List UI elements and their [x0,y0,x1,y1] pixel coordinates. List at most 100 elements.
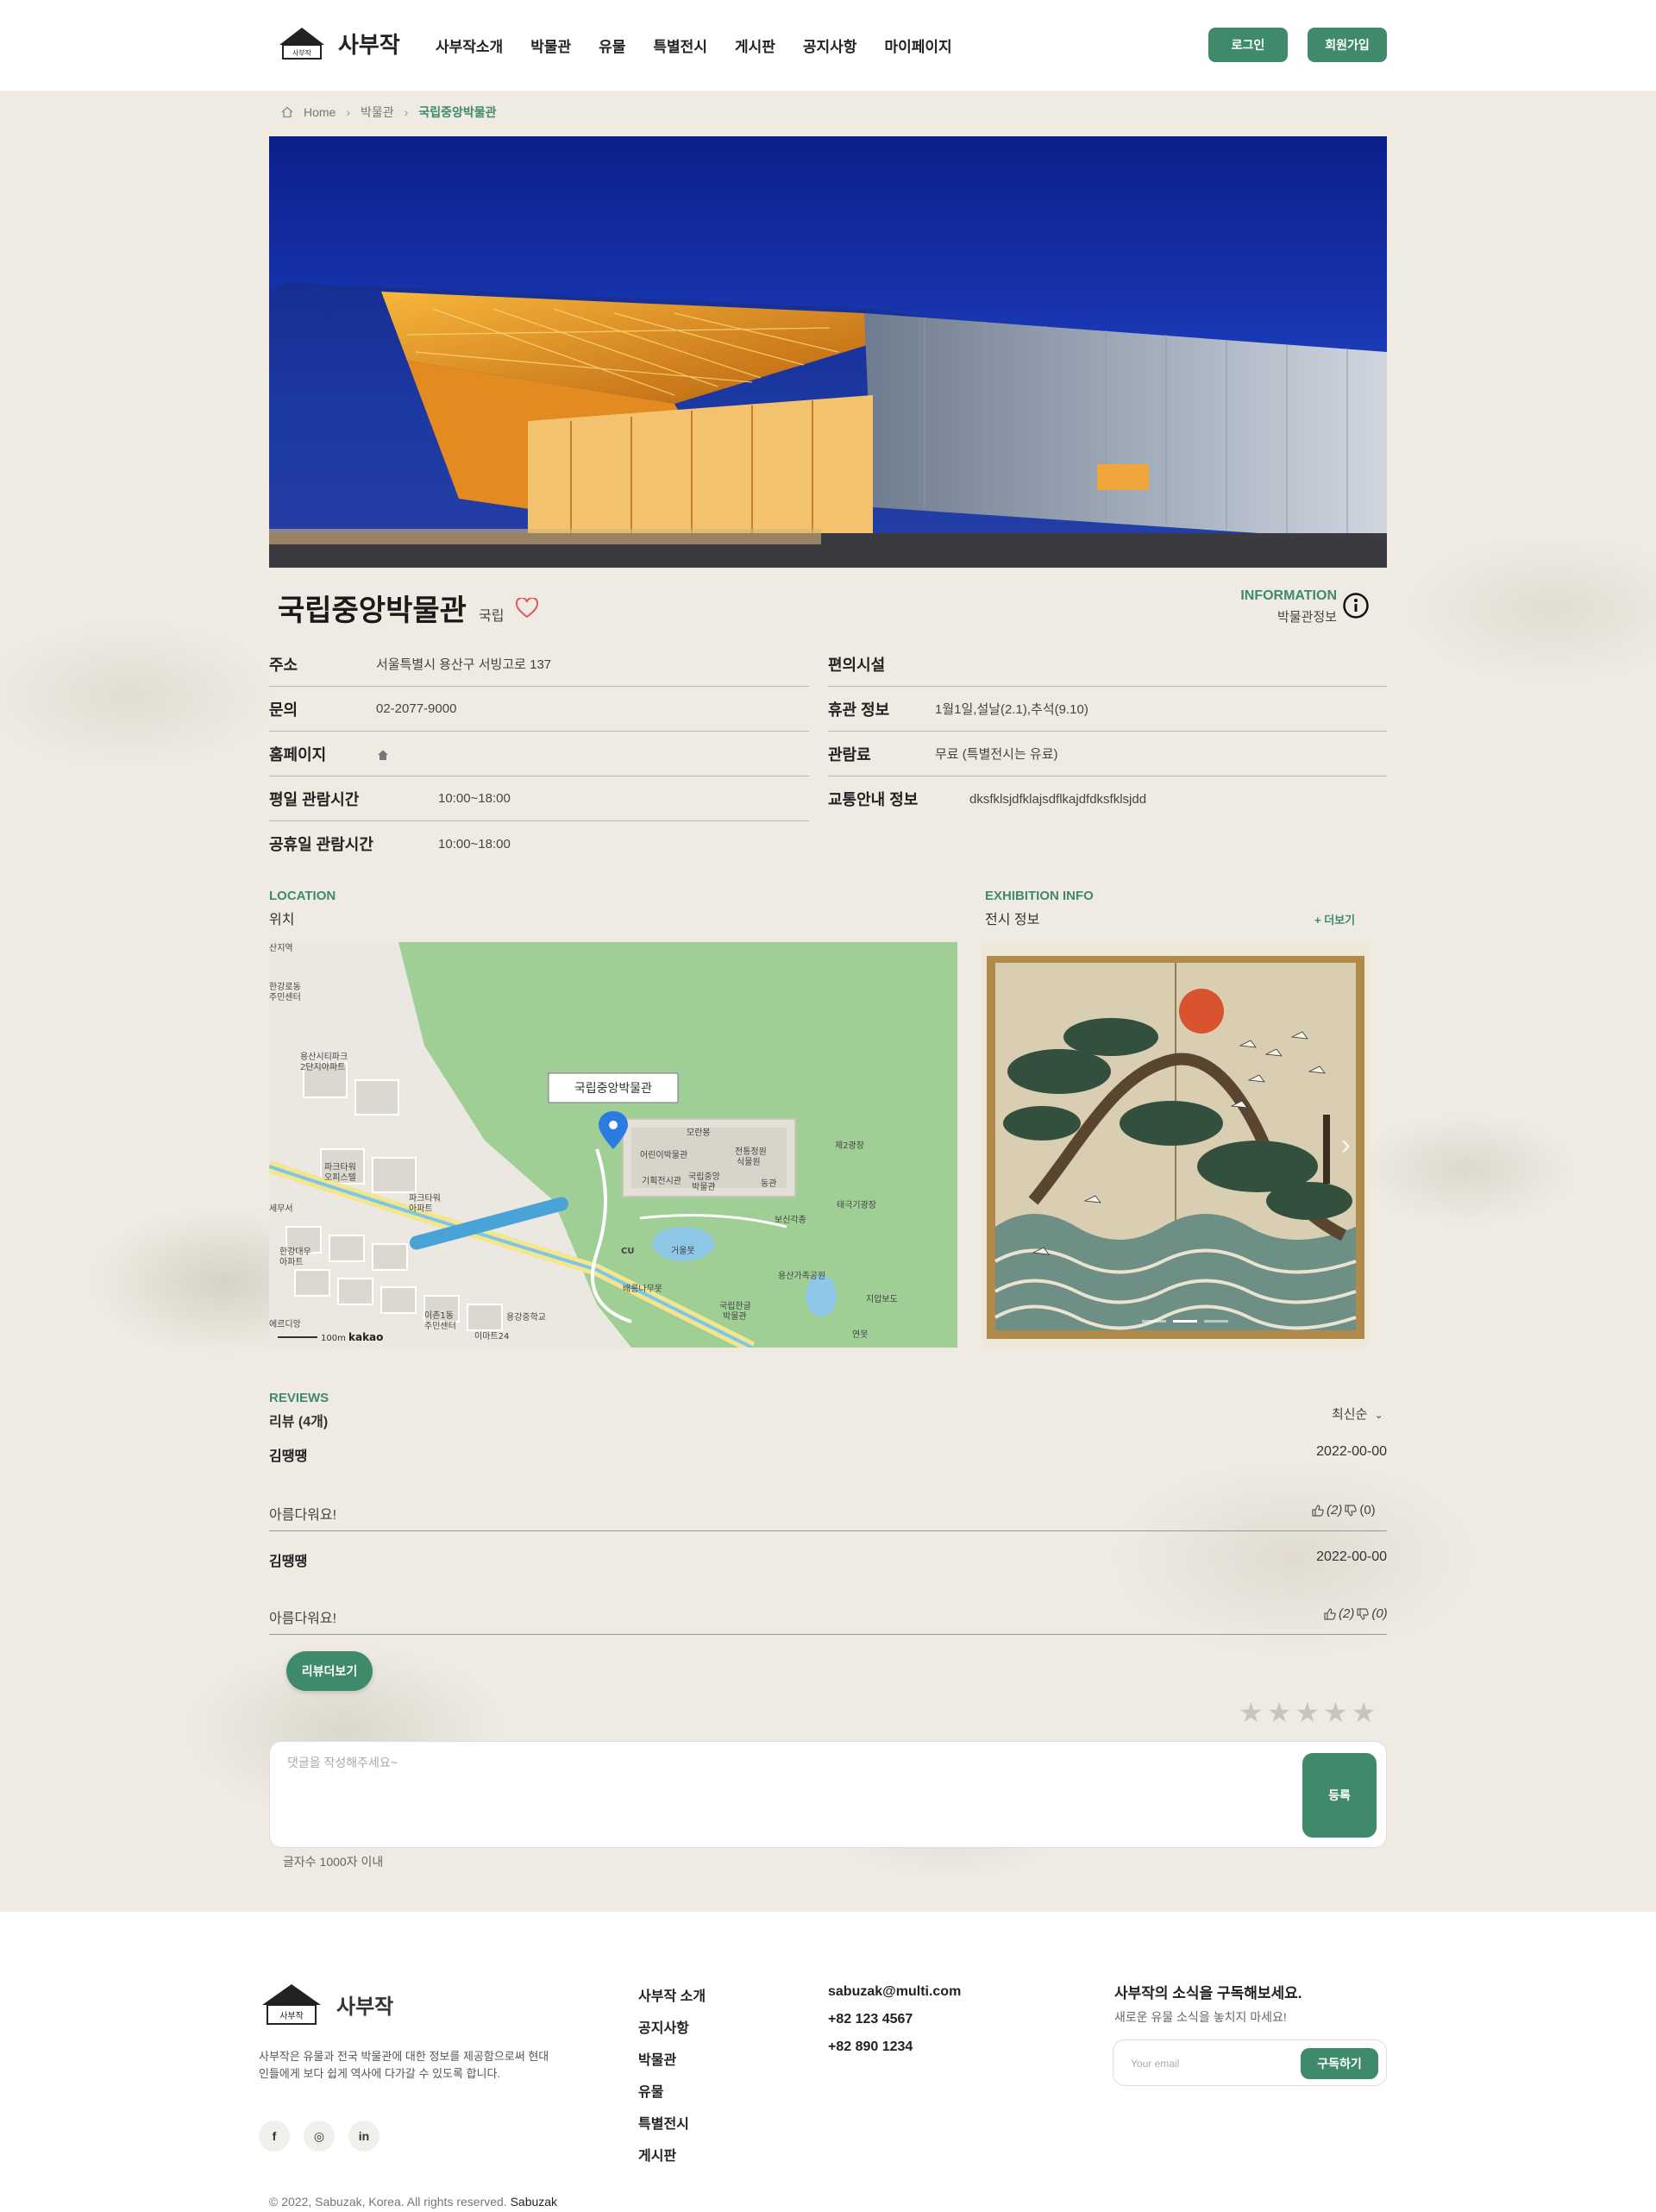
footer-email[interactable]: sabuzak@multi.com [828,1984,961,2000]
museum-hero-image [269,136,1387,568]
star-icon[interactable]: ★ [1295,1696,1320,1729]
info-icon[interactable] [1342,592,1370,619]
transport-label: 교통안내 정보 [828,791,919,808]
svg-text:CU: CU [621,1247,634,1256]
thumbs-down-icon[interactable] [1344,1504,1358,1518]
footer-phone: +82 123 4567 [828,2012,913,2027]
svg-text:파크타워: 파크타워 [409,1192,441,1203]
svg-text:아파트: 아파트 [409,1203,433,1214]
svg-text:에르디앙: 에르디앙 [269,1319,301,1329]
breadcrumb-current: 국립중앙박물관 [418,105,497,119]
nav-mypage[interactable]: 마이페이지 [884,35,951,56]
svg-text:동관: 동관 [761,1178,776,1189]
comment-input[interactable] [287,1754,1314,1837]
nav-about[interactable]: 사부작소개 [436,35,503,56]
exhibition-carousel[interactable]: › [982,942,1370,1348]
carousel-next-icon[interactable]: › [1341,1128,1351,1162]
svg-text:사부작: 사부작 [279,2011,304,2021]
footer-logo[interactable]: 사부작 사부작 [260,1981,393,2027]
nav-board[interactable]: 게시판 [735,35,775,56]
star-icon[interactable]: ★ [1267,1696,1292,1729]
weekday-value: 10:00~18:00 [438,791,511,806]
subscribe-title: 사부작의 소식을 구독해보세요. [1114,1985,1302,2001]
location-label-ko: 위치 [269,913,295,927]
svg-text:사부작: 사부작 [292,48,312,57]
dislikes-count: (0) [1359,1503,1376,1518]
footer-nav-notice[interactable]: 공지사항 [638,2016,706,2037]
login-button[interactable]: 로그인 [1208,28,1288,62]
information-label: INFORMATION [1240,588,1337,603]
svg-text:박물관: 박물관 [723,1311,747,1322]
thumbs-up-icon[interactable] [1311,1504,1325,1518]
facilities-label: 편의시설 [828,656,886,674]
exhibition-more-link[interactable]: + 더보기 [1314,911,1355,927]
svg-text:박물관: 박물관 [692,1182,716,1192]
footer-nav-about[interactable]: 사부작 소개 [638,1984,706,2005]
reviews-label-ko: 리뷰 (4개) [269,1415,329,1430]
svg-text:주민센터: 주민센터 [424,1321,456,1331]
nav-notice[interactable]: 공지사항 [803,35,857,56]
closed-label: 휴관 정보 [828,701,890,719]
footer-nav-relics[interactable]: 유물 [638,2080,706,2101]
submit-comment-button[interactable]: 등록 [1302,1753,1377,1838]
likes-count: (2) [1339,1606,1355,1621]
review-votes: (2) (0) [1323,1606,1388,1621]
svg-text:거울못: 거울못 [671,1246,695,1256]
museum-type: 국립 [478,609,505,624]
breadcrumb-museum[interactable]: 박물관 [361,104,394,121]
signup-button[interactable]: 회원가입 [1308,28,1387,62]
star-icon[interactable]: ★ [1352,1696,1377,1729]
linkedin-icon[interactable]: in [348,2121,380,2152]
museum-title-row: 국립중앙박물관 국립 [278,587,539,629]
logo[interactable]: 사부작 사부작 [278,26,400,60]
svg-text:파크타워: 파크타워 [324,1161,356,1172]
review-text: 아름다워요! [269,1612,337,1626]
facebook-icon[interactable]: f [259,2121,290,2152]
star-rating[interactable]: ★ ★ ★ ★ ★ [1239,1696,1376,1729]
nav-relics[interactable]: 유물 [599,35,625,56]
breadcrumb-home[interactable]: Home [304,105,336,119]
fee-value: 무료 (특별전시는 유료) [935,747,1058,762]
review-votes: (2) (0) [1311,1503,1376,1518]
svg-text:용산가족공원: 용산가족공원 [778,1271,825,1281]
more-reviews-button[interactable]: 리뷰더보기 [286,1651,373,1691]
star-icon[interactable]: ★ [1323,1696,1348,1729]
carousel-dots [1142,1320,1228,1323]
nav-museum[interactable]: 박물관 [530,35,571,56]
svg-text:한강대우: 한강대우 [279,1247,311,1257]
svg-text:이마트24: 이마트24 [474,1331,509,1342]
homepage-link-icon[interactable] [376,748,390,762]
holiday-value: 10:00~18:00 [438,836,511,851]
instagram-icon[interactable]: ◎ [304,2121,335,2152]
detail-weekday-hours: 평일 관람시간 10:00~18:00 [269,776,809,821]
svg-text:전통정원: 전통정원 [735,1147,767,1157]
svg-text:국립중앙박물관: 국립중앙박물관 [574,1082,652,1096]
carousel-dot-active[interactable] [1173,1320,1197,1323]
detail-transport: 교통안내 정보 dksfklsjdfklajsdflkajdfdksfklsjd… [828,776,1387,821]
svg-text:이촌1동: 이촌1동 [424,1310,454,1321]
subscribe-email-input[interactable] [1131,2054,1286,2073]
star-icon[interactable]: ★ [1239,1696,1264,1729]
footer-nav-museum[interactable]: 박물관 [638,2048,706,2069]
carousel-dot[interactable] [1142,1320,1166,1323]
subscribe-button[interactable]: 구독하기 [1301,2048,1378,2079]
svg-text:배롱나무못: 배롱나무못 [623,1284,662,1294]
detail-closed: 휴관 정보 1월1일,설날(2.1),추석(9.10) [828,687,1387,732]
location-map[interactable]: 산지역 한강로동 주민센터 용산시티파크 2단지아파트 파크타워 오피스텔 파크타워 아… [269,942,957,1348]
footer-nav-special[interactable]: 특별전시 [638,2112,706,2133]
nav-special[interactable]: 특별전시 [653,35,707,56]
subscribe-description: 새로운 유물 소식을 놓치지 마세요! [1114,2010,1287,2024]
review-date: 2022-00-00 [1316,1549,1387,1564]
footer-nav-board[interactable]: 게시판 [638,2144,706,2165]
copyright-brand[interactable]: Sabuzak [511,2195,557,2209]
svg-text:세무서: 세무서 [269,1203,293,1214]
thumbs-down-icon[interactable] [1356,1607,1370,1621]
carousel-dot[interactable] [1204,1320,1228,1323]
fee-label: 관람료 [828,745,871,764]
detail-facilities: 편의시설 [828,642,1387,687]
likes-count: (2) [1327,1503,1343,1518]
heart-icon[interactable] [516,597,539,619]
detail-address: 주소 서울특별시 용산구 서빙고로 137 [269,642,809,687]
sort-dropdown[interactable]: 최신순 ⌄ [1332,1404,1383,1423]
thumbs-up-icon[interactable] [1323,1607,1337,1621]
